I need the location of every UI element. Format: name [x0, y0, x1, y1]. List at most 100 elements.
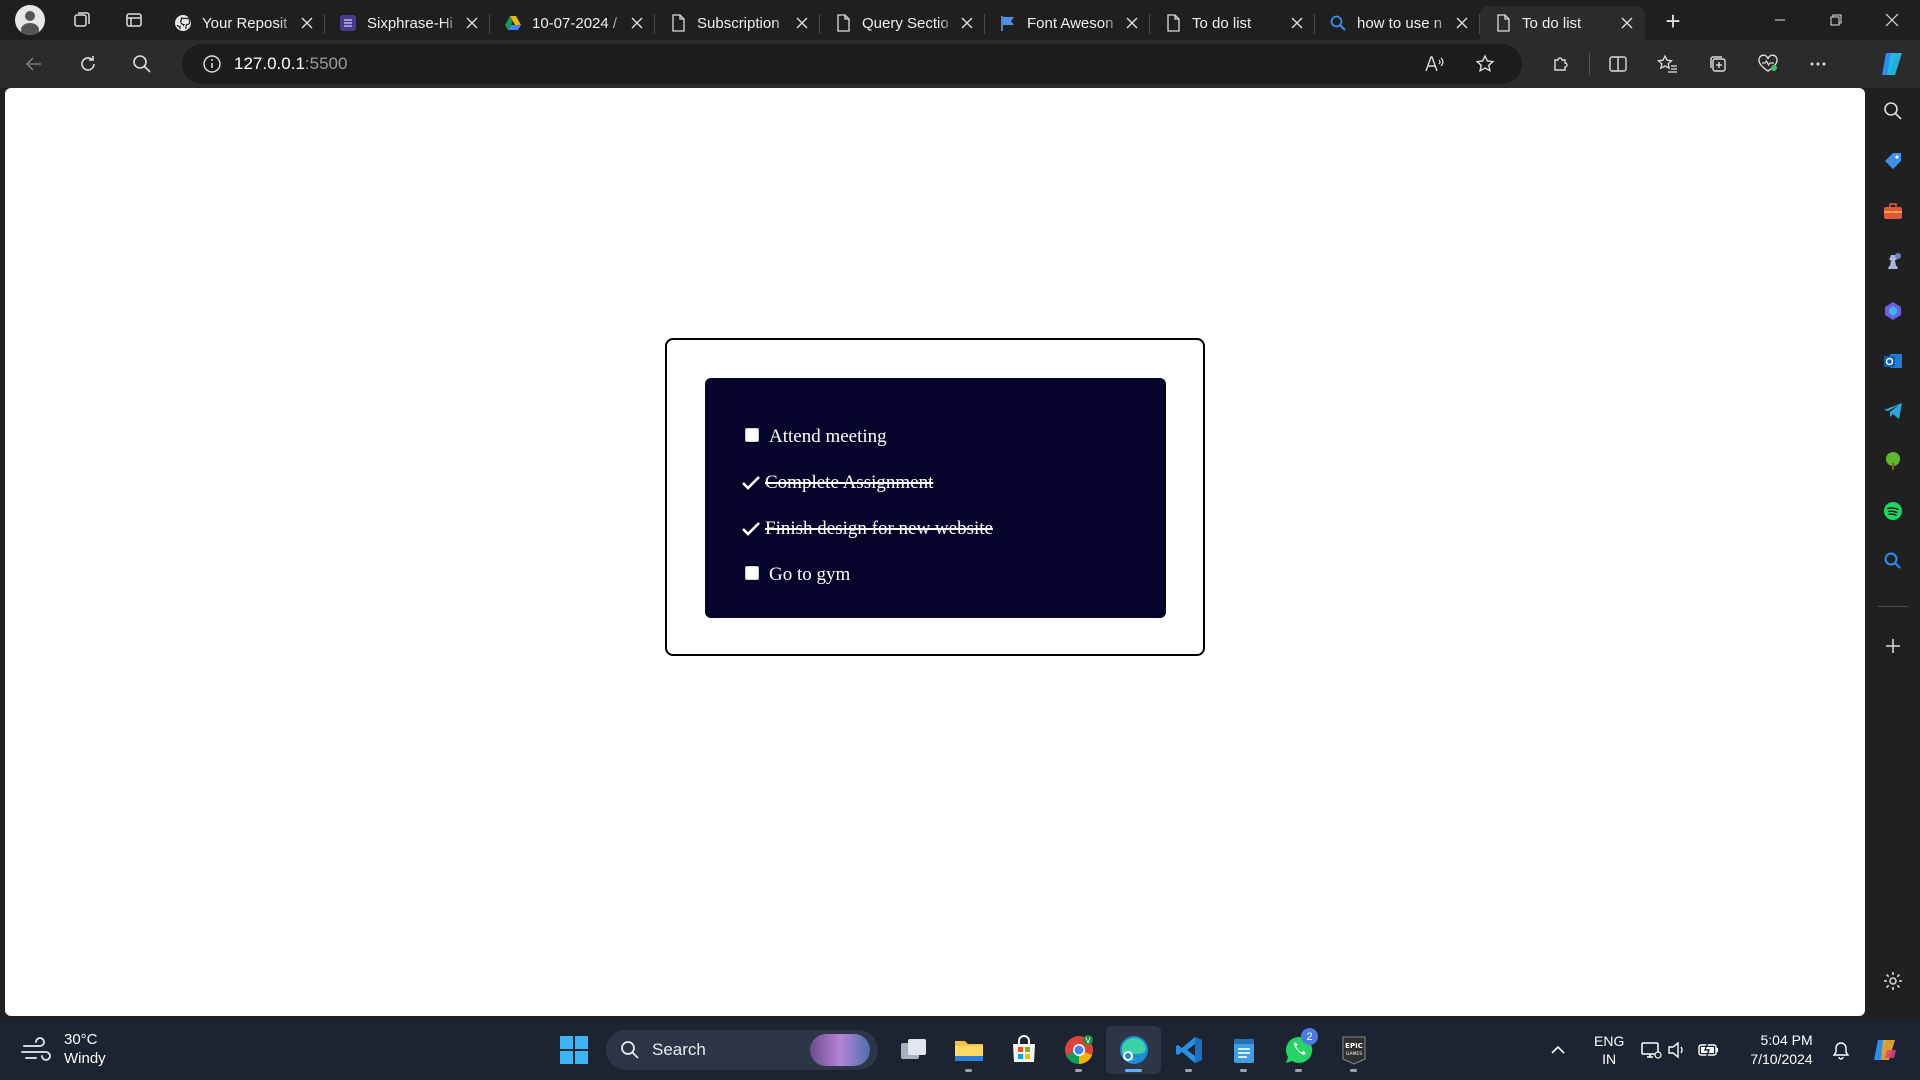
clock[interactable]: 5:04 PM 7/10/2024	[1750, 1031, 1812, 1069]
tab-close-icon[interactable]	[1287, 13, 1307, 33]
sidebar-copilot-app-button[interactable]	[1878, 296, 1908, 326]
show-hidden-icons-button[interactable]	[1540, 1045, 1576, 1055]
quick-settings-button[interactable]	[1638, 1037, 1722, 1063]
checkmark-icon[interactable]	[741, 472, 763, 494]
notifications-button[interactable]	[1825, 1040, 1857, 1060]
windows-logo-icon	[560, 1036, 588, 1064]
notepad-button[interactable]	[1216, 1026, 1271, 1074]
page-icon	[669, 14, 687, 32]
microsoft-store-button[interactable]	[996, 1026, 1051, 1074]
browser-tab[interactable]: To do list	[1150, 6, 1315, 40]
sidebar-telegram-button[interactable]	[1878, 396, 1908, 426]
todo-item[interactable]: Finish design for new website	[705, 506, 1166, 552]
epic-games-button[interactable]: EPIC GAMES	[1326, 1026, 1381, 1074]
vscode-button[interactable]	[1161, 1026, 1216, 1074]
add-favorite-button[interactable]	[1460, 44, 1510, 84]
address-bar[interactable]: 127.0.0.1:5500	[182, 44, 1522, 84]
todo-card: Attend meeting Complete Assignment Finish …	[665, 338, 1205, 656]
minimize-button[interactable]	[1752, 0, 1808, 40]
workspaces-button[interactable]	[62, 4, 102, 36]
close-icon	[1885, 13, 1899, 27]
network-icon	[1638, 1037, 1664, 1063]
battery-charging-icon	[1696, 1037, 1722, 1063]
chess-icon	[1888, 253, 1901, 269]
system-tray: ENG IN 5:04 PM 7/10/2024	[1540, 1020, 1905, 1080]
tab-close-icon[interactable]	[297, 13, 317, 33]
tab-title: To do list	[1192, 14, 1252, 32]
site-info-button[interactable]	[192, 44, 232, 84]
tab-title: 10-07-2024 /	[532, 14, 618, 32]
tab-close-icon[interactable]	[792, 13, 812, 33]
chrome-button[interactable]: V	[1051, 1026, 1106, 1074]
tab-close-icon[interactable]	[462, 13, 482, 33]
browser-tab[interactable]: Subscription	[655, 6, 820, 40]
tab-strip: Your Reposit Sixphrase-Hi 10-07-2024 / Subs…	[0, 0, 1920, 40]
language-indicator[interactable]: ENG IN	[1594, 1032, 1624, 1068]
file-explorer-button[interactable]	[941, 1026, 996, 1074]
checkmark-icon[interactable]	[741, 518, 763, 540]
new-tab-button[interactable]: +	[1653, 5, 1693, 37]
search-icon	[1884, 102, 1902, 120]
search-button[interactable]	[120, 44, 164, 84]
weather-widget[interactable]: 30°C Windy	[20, 1030, 106, 1068]
browser-tab[interactable]: how to use n	[1315, 6, 1480, 40]
todo-item[interactable]: Attend meeting	[705, 414, 1166, 460]
sidebar-outlook-button[interactable]	[1878, 346, 1908, 376]
browser-tab[interactable]: Font Aweson	[985, 6, 1150, 40]
browser-tab[interactable]: Your Reposit	[160, 6, 325, 40]
todo-checkbox[interactable]	[745, 566, 759, 580]
sidebar-games-button[interactable]	[1878, 246, 1908, 276]
todo-item[interactable]: Go to gym	[705, 552, 1166, 598]
favorites-button[interactable]	[1643, 44, 1693, 84]
sidebar-add-button[interactable]	[1878, 631, 1908, 661]
tab-close-icon[interactable]	[627, 13, 647, 33]
extensions-button[interactable]	[1536, 44, 1586, 84]
tab-list: Your Reposit Sixphrase-Hi 10-07-2024 / Subs…	[160, 0, 1645, 40]
running-indicator	[1185, 1069, 1192, 1072]
windy-weather-icon	[21, 1037, 51, 1061]
back-button[interactable]	[12, 44, 56, 84]
restore-button[interactable]	[1808, 0, 1864, 40]
copilot-button[interactable]	[1872, 44, 1912, 84]
tab-close-icon[interactable]	[957, 13, 977, 33]
sidebar-spotify-button[interactable]	[1878, 496, 1908, 526]
todo-checkbox[interactable]	[745, 428, 759, 442]
browser-tab[interactable]: Sixphrase-Hi	[325, 6, 490, 40]
todo-text: Finish design for new website	[765, 518, 993, 539]
running-indicator	[965, 1069, 972, 1072]
tab-close-icon[interactable]	[1617, 13, 1637, 33]
split-screen-button[interactable]	[1593, 44, 1643, 84]
task-view-button[interactable]	[886, 1026, 941, 1074]
heart-pulse-icon	[1758, 54, 1778, 72]
todo-item[interactable]: Complete Assignment	[705, 460, 1166, 506]
sidebar-bing-search-button[interactable]	[1878, 546, 1908, 576]
tab-close-icon[interactable]	[1122, 13, 1142, 33]
whatsapp-button[interactable]: 2	[1271, 1026, 1326, 1074]
profile-button[interactable]	[10, 4, 50, 36]
browser-tab[interactable]: 10-07-2024 /	[490, 6, 655, 40]
sidebar-shopping-button[interactable]	[1878, 146, 1908, 176]
refresh-button[interactable]	[66, 44, 110, 84]
collections-button[interactable]	[1693, 44, 1743, 84]
start-button[interactable]	[550, 1026, 598, 1074]
flag-icon	[999, 14, 1017, 32]
browser-tab[interactable]: To do list	[1480, 6, 1645, 40]
collections-icon	[1710, 56, 1726, 72]
vertical-tabs-button[interactable]	[114, 4, 154, 36]
read-aloud-button[interactable]	[1410, 44, 1460, 84]
sidebar-tools-button[interactable]	[1878, 196, 1908, 226]
settings-more-button[interactable]	[1793, 44, 1843, 84]
notepad-icon	[1233, 1039, 1254, 1063]
browser-essentials-button[interactable]	[1743, 44, 1793, 84]
sidebar-settings-button[interactable]	[1878, 966, 1908, 996]
sidebar-tree-button[interactable]	[1878, 446, 1908, 476]
tab-close-icon[interactable]	[1452, 13, 1472, 33]
sidebar-search-button[interactable]	[1878, 96, 1908, 126]
todo-text: Complete Assignment	[765, 472, 934, 493]
taskbar-search-box[interactable]: Search	[606, 1030, 878, 1070]
copilot-taskbar-button[interactable]	[1865, 1035, 1905, 1065]
browser-tab[interactable]: Query Sectio	[820, 6, 985, 40]
search-icon	[1329, 14, 1347, 32]
close-window-button[interactable]	[1864, 0, 1920, 40]
edge-button[interactable]	[1106, 1026, 1161, 1074]
